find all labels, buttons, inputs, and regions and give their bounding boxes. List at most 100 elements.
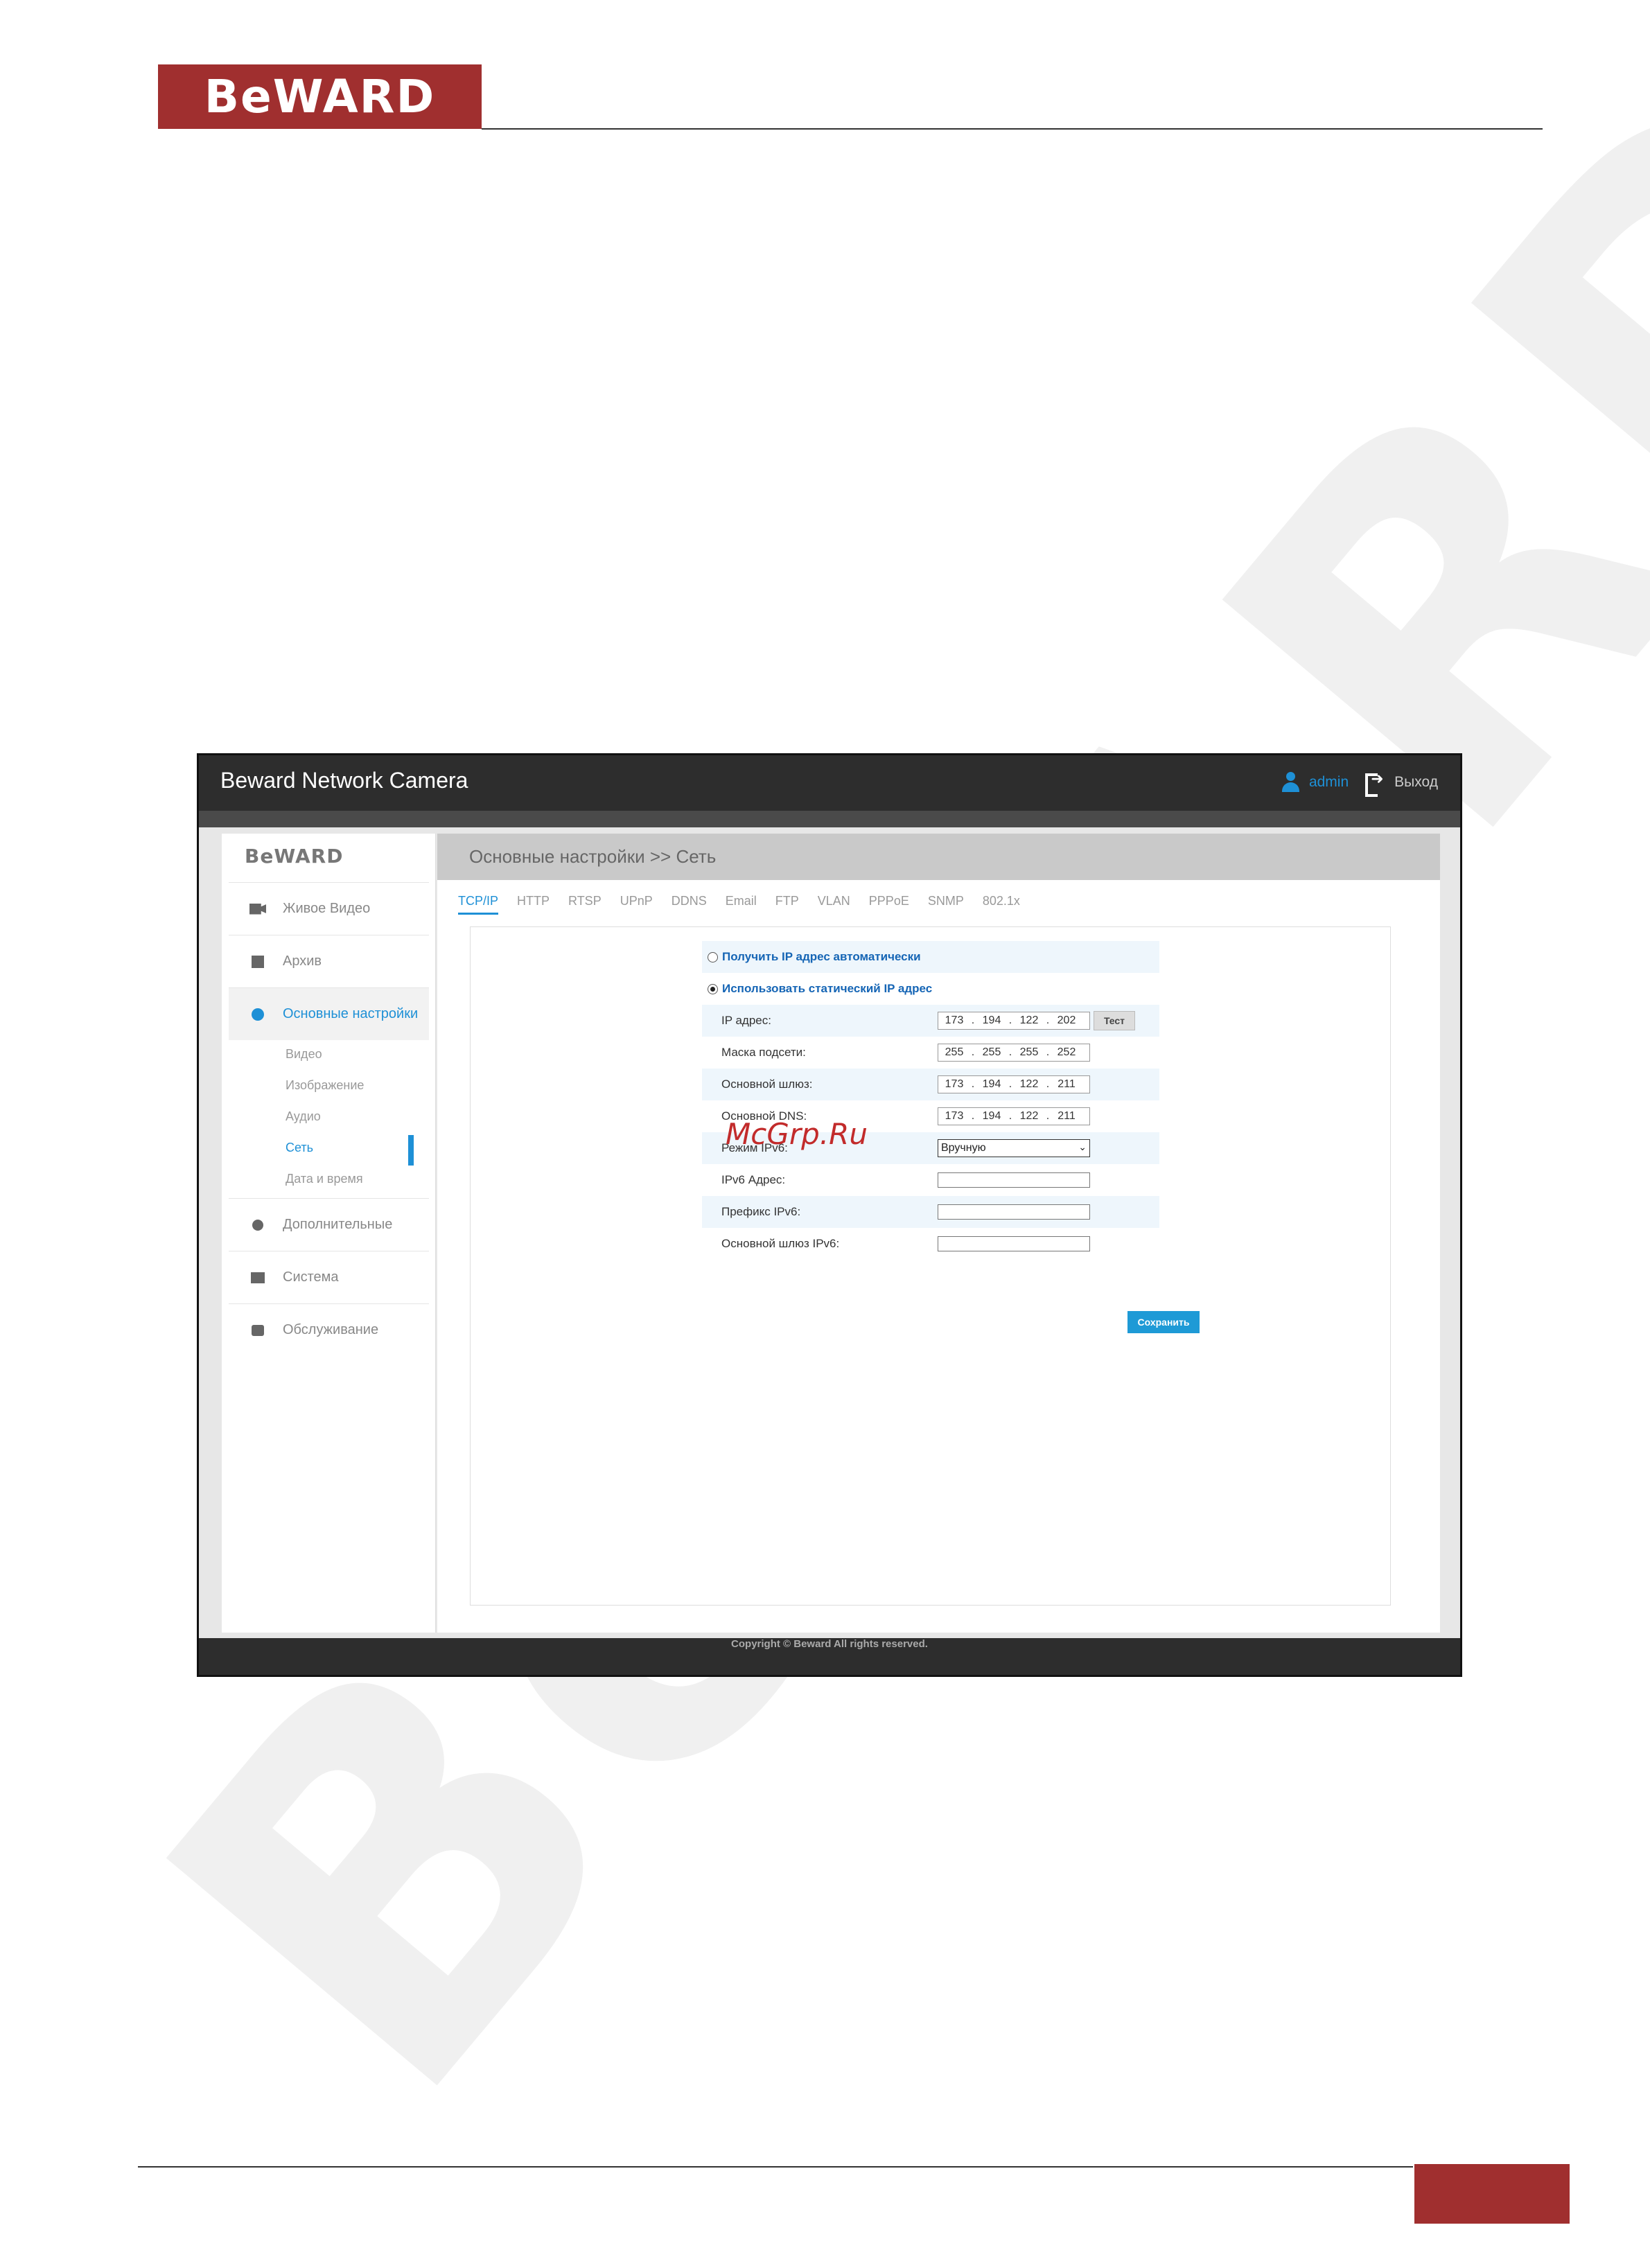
ip-octet: 122 — [1019, 1078, 1039, 1090]
tab-upnp[interactable]: UPnP — [620, 894, 653, 915]
ip-octet: 211 — [1057, 1110, 1076, 1122]
tab-ftp[interactable]: FTP — [775, 894, 799, 915]
sidebar-item-system[interactable]: Система — [229, 1251, 429, 1303]
active-item-marker — [408, 1135, 414, 1166]
breadcrumb: Основные настройки >> Сеть — [469, 846, 717, 867]
sidebar-subitem-audio[interactable]: Аудио — [286, 1109, 321, 1124]
sidebar-subitem-video[interactable]: Видео — [286, 1047, 322, 1062]
ip-octet: 211 — [1057, 1078, 1076, 1090]
archive-icon — [252, 955, 264, 968]
sidebar-logo: BeWARD — [245, 845, 344, 868]
dot: . — [971, 1078, 975, 1090]
radio-auto-row[interactable]: Получить IP адрес автоматически — [702, 941, 1159, 973]
sidebar-subitem-network[interactable]: Сеть — [286, 1141, 313, 1155]
gateway-row: Основной шлюз: 173. 194. 122. 211 — [702, 1069, 1159, 1100]
tab-tcpip[interactable]: TCP/IP — [458, 894, 499, 915]
sidebar-item-label: Основные настройки — [283, 1006, 419, 1021]
footer-page-block — [1414, 2164, 1570, 2224]
sidebar-item-advanced[interactable]: Дополнительные — [229, 1198, 429, 1251]
subnet-mask-input[interactable]: 255. 255. 255. 252 — [938, 1044, 1090, 1062]
radio-static-label: Использовать статический IP адрес — [722, 982, 933, 995]
tab-8021x[interactable]: 802.1x — [983, 894, 1020, 915]
user-name-link[interactable]: admin — [1309, 774, 1349, 791]
user-icon — [1281, 772, 1299, 793]
tab-vlan[interactable]: VLAN — [818, 894, 850, 915]
tab-http[interactable]: HTTP — [517, 894, 550, 915]
gateway-input[interactable]: 173. 194. 122. 211 — [938, 1075, 1090, 1093]
sidebar-item-label: Система — [283, 1269, 339, 1285]
chevron-down-icon: ⌄ — [1078, 1142, 1087, 1153]
footer-rule — [138, 2166, 1413, 2168]
user-area: admin Выход — [1281, 771, 1438, 797]
camera-web-ui-screenshot: Beward Network Camera admin Выход BeWARD… — [197, 753, 1462, 1677]
ip-octet: 252 — [1057, 1046, 1076, 1058]
ipv6-address-input[interactable] — [938, 1172, 1090, 1188]
test-button[interactable]: Тест — [1094, 1011, 1135, 1030]
top-bar: Beward Network Camera admin Выход — [199, 755, 1460, 811]
sub-bar — [199, 811, 1460, 827]
app-title: Beward Network Camera — [220, 768, 468, 793]
sidebar-item-maintenance[interactable]: Обслуживание — [229, 1303, 429, 1356]
dot: . — [1046, 1046, 1050, 1058]
ipv6-gateway-label: Основной шлюз IPv6: — [721, 1237, 840, 1250]
logout-link[interactable]: Выход — [1394, 774, 1438, 791]
sidebar-item-label: Живое Видео — [283, 901, 371, 916]
ip-octet: 194 — [982, 1110, 1001, 1122]
sidebar-item-archive[interactable]: Архив — [229, 935, 429, 987]
sidebar-subitem-datetime[interactable]: Дата и время — [286, 1172, 363, 1186]
dns-input[interactable]: 173. 194. 122. 211 — [938, 1107, 1090, 1125]
tab-snmp[interactable]: SNMP — [928, 894, 964, 915]
ipv6-gateway-row: Основной шлюз IPv6: — [702, 1228, 1159, 1260]
camera-icon — [252, 1324, 264, 1336]
ip-label: IP адрес: — [721, 1014, 771, 1027]
monitor-icon — [251, 1272, 265, 1283]
sidebar-item-basic-settings[interactable]: Основные настройки — [229, 987, 429, 1040]
ipv6-prefix-input[interactable] — [938, 1204, 1090, 1220]
video-camera-icon — [249, 903, 266, 915]
site-watermark-text: McGrp.Ru — [726, 1117, 868, 1151]
radio-static-row[interactable]: Использовать статический IP адрес — [702, 973, 1159, 1005]
ip-octet: 173 — [945, 1078, 964, 1090]
header-rule — [482, 128, 1543, 130]
ip-address-input[interactable]: 173. 194. 122. 202 — [938, 1012, 1090, 1030]
ipv6-address-label: IPv6 Адрес: — [721, 1173, 786, 1186]
sidebar-item-label: Дополнительные — [283, 1217, 393, 1232]
tab-email[interactable]: Email — [726, 894, 757, 915]
save-button[interactable]: Сохранить — [1127, 1311, 1200, 1333]
sidebar-subitem-image[interactable]: Изображение — [286, 1078, 364, 1093]
radio-static[interactable] — [708, 983, 718, 994]
sidebar-item-label: Обслуживание — [283, 1322, 379, 1337]
dot: . — [1046, 1014, 1050, 1026]
ip-octet: 255 — [1019, 1046, 1039, 1058]
network-tabs: TCP/IP HTTP RTSP UPnP DDNS Email FTP VLA… — [458, 894, 1020, 915]
dot: . — [1008, 1014, 1012, 1026]
gateway-label: Основной шлюз: — [721, 1078, 813, 1091]
copyright-text: Copyright © Beward All rights reserved. — [731, 1638, 928, 1650]
footer-bar: Copyright © Beward All rights reserved. — [199, 1638, 1460, 1675]
dot: . — [971, 1110, 975, 1122]
ipv6-mode-select[interactable]: Вручную ⌄ — [938, 1139, 1090, 1157]
ip-octet: 194 — [982, 1078, 1001, 1090]
ip-octet: 255 — [982, 1046, 1001, 1058]
select-value: Вручную — [941, 1142, 986, 1154]
dot: . — [971, 1046, 975, 1058]
tab-ddns[interactable]: DDNS — [672, 894, 707, 915]
ipv6-gateway-input[interactable] — [938, 1236, 1090, 1251]
tab-rtsp[interactable]: RTSP — [568, 894, 602, 915]
mask-label: Маска подсети: — [721, 1046, 806, 1059]
logout-icon[interactable] — [1365, 771, 1385, 797]
document-logo: BeWARD — [158, 64, 482, 129]
sidebar-item-live-video[interactable]: Живое Видео — [229, 882, 429, 935]
dot: . — [1008, 1046, 1012, 1058]
radio-auto[interactable] — [708, 951, 718, 962]
sidebar: BeWARD Живое Видео Архив Основные настро… — [222, 834, 436, 1633]
ip-octet: 202 — [1057, 1014, 1076, 1026]
ipv6-address-row: IPv6 Адрес: — [702, 1164, 1159, 1196]
main-content: TCP/IP HTTP RTSP UPnP DDNS Email FTP VLA… — [437, 880, 1440, 1633]
dot: . — [1008, 1078, 1012, 1090]
ip-octet: 173 — [945, 1014, 964, 1026]
tab-pppoe[interactable]: PPPoE — [869, 894, 909, 915]
sidebar-item-label: Архив — [283, 953, 322, 969]
ipv6-prefix-row: Префикс IPv6: — [702, 1196, 1159, 1228]
page-header: Основные настройки >> Сеть — [437, 834, 1440, 880]
